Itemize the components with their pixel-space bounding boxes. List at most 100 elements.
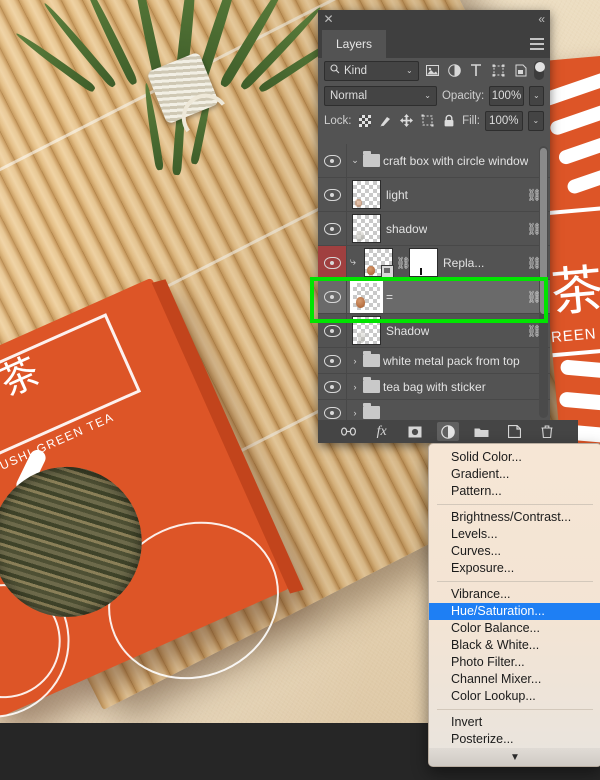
chevron-down-icon: ⌄ [406,66,413,75]
menu-item-hue-saturation[interactable]: Hue/Saturation... [429,603,600,620]
menu-scroll-down-icon[interactable]: ▼ [429,748,600,766]
layer-name: Repla... [443,255,485,270]
layer-thumbnail[interactable] [352,214,381,243]
chevron-down-icon[interactable]: ⌄ [347,155,363,166]
position-lock-icon[interactable] [399,112,415,130]
folder-icon [363,403,380,419]
filter-kind-label: Kind [344,64,368,77]
menu-item-color-balance[interactable]: Color Balance... [429,620,600,637]
chevron-down-icon: ⌄ [424,91,431,100]
layer-row-group[interactable]: ⌄ craft box with circle window [318,144,550,178]
mask-link-icon[interactable]: ⛓ [396,255,411,271]
shape-filter-icon[interactable] [490,62,507,80]
layer-style-button[interactable]: fx [371,422,393,441]
close-icon[interactable]: ✕ [322,13,335,26]
menu-separator [437,581,593,582]
menu-item-levels[interactable]: Levels... [429,526,600,543]
chevron-right-icon[interactable]: › [347,356,363,366]
clipping-mask-icon: ⤷ [349,256,357,268]
search-icon [330,64,340,77]
adjustment-filter-icon[interactable] [446,62,463,80]
menu-item-gradient[interactable]: Gradient... [429,466,600,483]
type-filter-icon[interactable] [468,62,485,80]
menu-item-black-and-white[interactable]: Black & White... [429,637,600,654]
pixel-filter-icon[interactable] [424,62,441,80]
fill-dropdown-button[interactable]: ⌄ [527,110,544,131]
visibility-toggle[interactable] [318,314,347,347]
layer-row-partial[interactable]: › [318,400,550,420]
layer-row-shadow2[interactable]: Shadow ⛓ [318,314,550,348]
delete-layer-button[interactable] [536,422,558,441]
layer-row-tea-bag[interactable]: › tea bag with sticker [318,374,550,400]
all-lock-icon[interactable] [441,112,457,130]
layers-panel: ✕ « Layers Kind ⌄ Normal ⌄ Opacity: 100%… [318,10,578,443]
opacity-input[interactable]: 100% [489,85,524,106]
new-group-button[interactable] [470,422,492,441]
layer-thumbnail[interactable] [352,316,381,345]
panel-menu-icon[interactable] [530,38,544,53]
adjustment-layer-menu[interactable]: Solid Color... Gradient... Pattern... Br… [428,443,600,767]
filter-toggle[interactable] [534,61,545,80]
image-lock-icon[interactable] [378,112,394,130]
link-layers-button[interactable] [338,422,360,441]
menu-item-curves[interactable]: Curves... [429,543,600,560]
screenshot-root: ほうじ茶 ...CHA FUKAMUSHI GREEN TEA 茶 REEN T… [0,0,600,780]
menu-item-color-lookup[interactable]: Color Lookup... [429,688,600,705]
layers-scrollbar-thumb[interactable] [540,148,547,314]
layer-mask-thumbnail[interactable] [409,248,438,277]
filter-kind-select[interactable]: Kind ⌄ [324,60,419,81]
menu-item-invert[interactable]: Invert [429,714,600,731]
layer-thumbnail[interactable] [352,180,381,209]
herb-bundle [13,0,347,190]
menu-item-posterize[interactable]: Posterize... [429,731,600,748]
transparency-lock-icon[interactable] [357,112,373,130]
blend-mode-row: Normal ⌄ Opacity: 100% ⌄ [318,83,550,108]
visibility-toggle[interactable] [318,280,347,313]
menu-item-vibrance[interactable]: Vibrance... [429,586,600,603]
smart-object-filter-icon[interactable] [512,62,529,80]
menu-item-channel-mixer[interactable]: Channel Mixer... [429,671,600,688]
fill-input[interactable]: 100% [484,110,523,131]
layer-name: tea bag with sticker [383,379,486,394]
chevron-right-icon[interactable]: › [347,382,363,392]
menu-item-pattern[interactable]: Pattern... [429,483,600,500]
layer-name: light [386,187,409,202]
layer-name: craft box with circle window [383,153,529,168]
opacity-dropdown-button[interactable]: ⌄ [528,85,544,106]
panel-titlebar: ✕ « [318,10,550,30]
visibility-toggle[interactable] [318,246,347,279]
new-adjustment-layer-button[interactable] [436,422,459,441]
menu-item-exposure[interactable]: Exposure... [429,560,600,577]
layer-thumbnail[interactable] [350,280,383,313]
menu-separator [437,504,593,505]
layers-list[interactable]: ⌄ craft box with circle window light ⛓ s… [318,144,550,420]
visibility-toggle[interactable] [318,400,347,420]
blend-mode-select[interactable]: Normal ⌄ [324,85,437,106]
lock-label: Lock: [324,114,352,127]
chevron-right-icon[interactable]: › [347,408,363,418]
visibility-toggle[interactable] [318,144,347,177]
visibility-toggle[interactable] [318,178,347,211]
right-pack-text: REEN T [550,324,600,347]
layer-row-light[interactable]: light ⛓ [318,178,550,212]
menu-item-photo-filter[interactable]: Photo Filter... [429,654,600,671]
layer-row-replace[interactable]: ⤷ ⛓ Repla... ⛓ [318,246,550,280]
layer-thumbnail[interactable] [364,248,394,278]
add-layer-mask-button[interactable] [404,422,426,441]
layers-scrollbar[interactable] [539,146,548,418]
menu-item-brightness-contrast[interactable]: Brightness/Contrast... [429,509,600,526]
visibility-toggle[interactable] [318,374,347,399]
smart-object-badge-icon [381,265,394,278]
new-layer-button[interactable] [503,422,525,441]
collapse-panel-icon[interactable]: « [538,12,545,26]
layer-filter-row: Kind ⌄ [318,58,550,83]
layers-panel-toolbar: fx [318,420,578,443]
visibility-toggle[interactable] [318,348,347,373]
tab-layers[interactable]: Layers [322,30,387,58]
layer-row-selected[interactable]: = ⛓ [318,280,550,314]
menu-item-solid-color[interactable]: Solid Color... [429,449,600,466]
visibility-toggle[interactable] [318,212,347,245]
artboard-lock-icon[interactable] [420,112,436,130]
layer-row-white-metal-pack[interactable]: › white metal pack from top [318,348,550,374]
layer-row-shadow[interactable]: shadow ⛓ [318,212,550,246]
